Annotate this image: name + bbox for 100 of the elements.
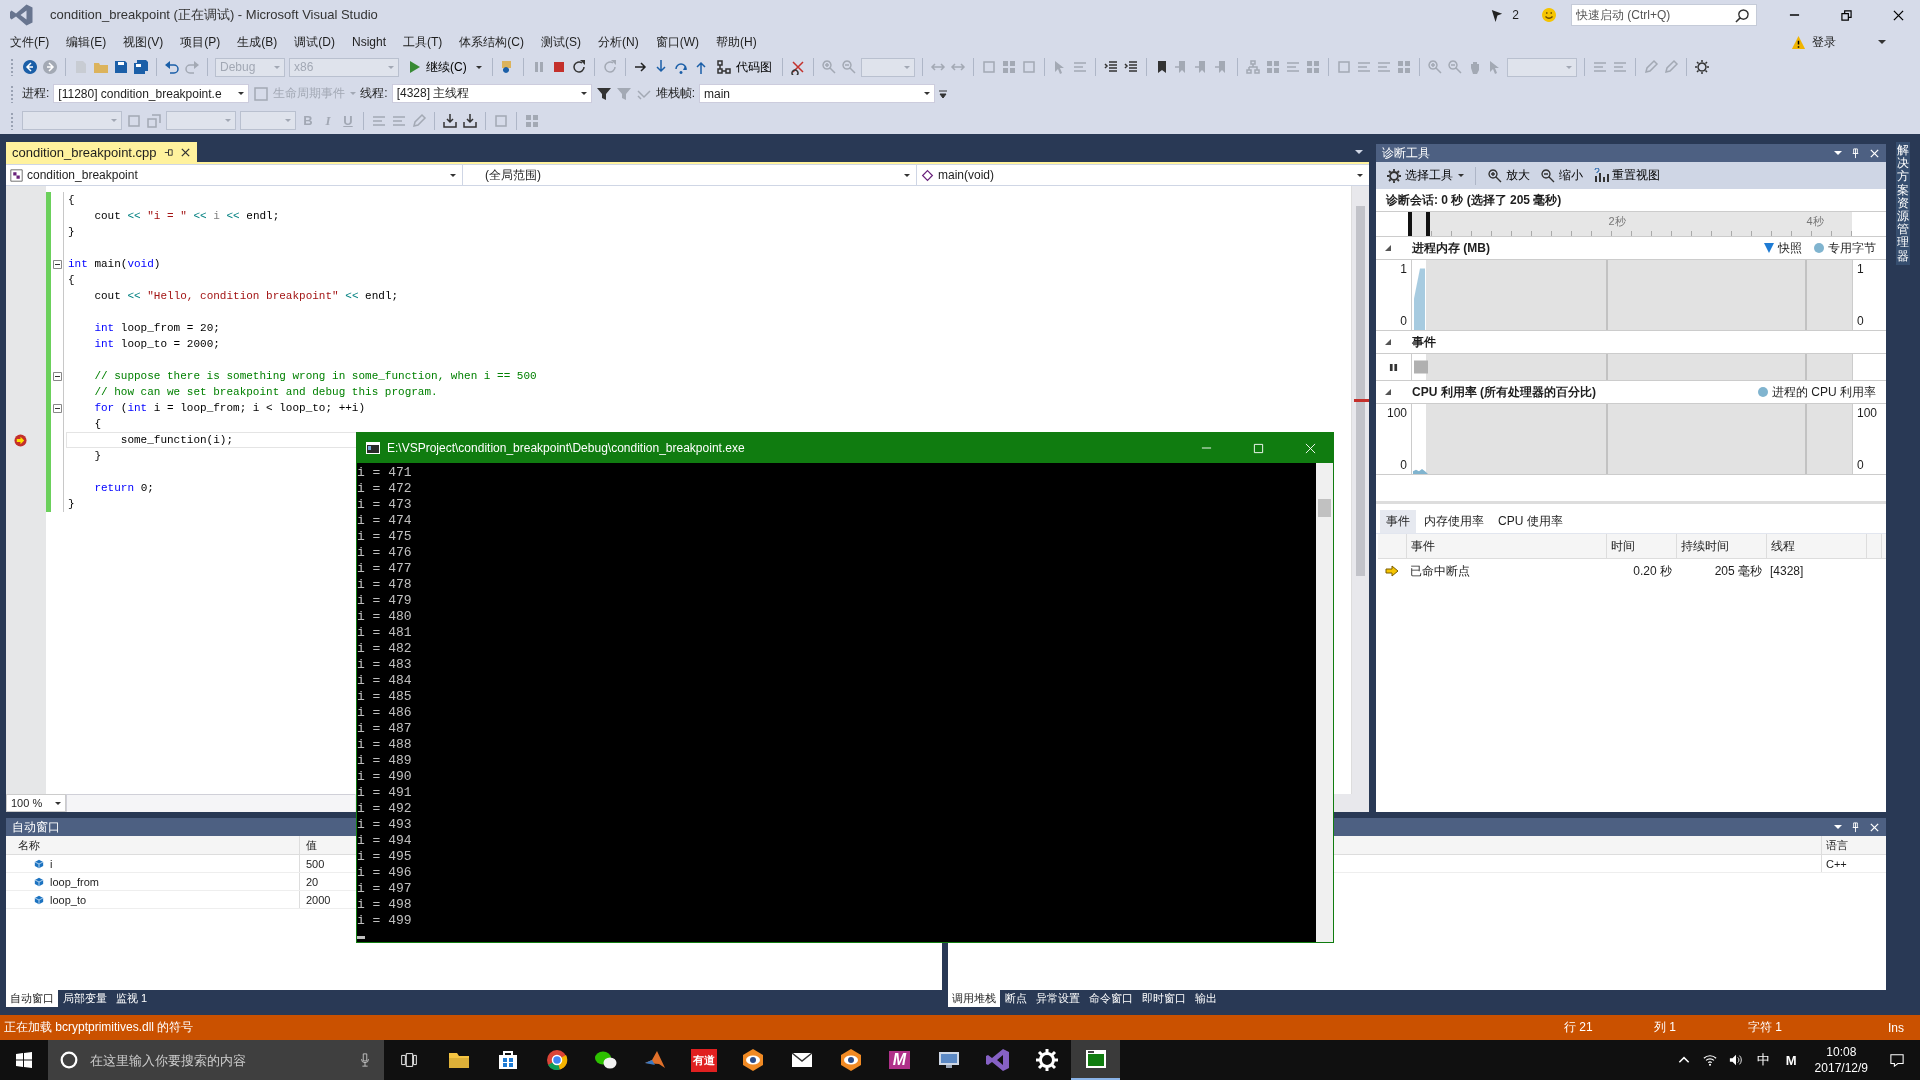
app-logo-label: 有道 [690, 1048, 717, 1072]
console-line: i = 473 [357, 497, 412, 512]
ruler-label: 2秒 [1607, 214, 1626, 229]
console-line: i = 479 [357, 593, 412, 608]
column-header[interactable]: 线程 [1767, 534, 1867, 558]
code-line: int main(void) [68, 258, 161, 270]
menu-item[interactable]: 生成(B) [231, 33, 289, 51]
menu-item[interactable]: 调试(D) [288, 33, 346, 51]
zoom-level-dropdown[interactable]: 100 % [6, 794, 66, 812]
thread-dropdown[interactable]: [4328] 主线程 [391, 84, 592, 103]
console-line: i = 494 [357, 833, 412, 848]
thread-label: 线程: [360, 85, 388, 102]
axis-label: 1 [1857, 262, 1864, 276]
menu-item[interactable]: Nsight [346, 35, 397, 49]
view-tab[interactable]: CPU 使用率 [1492, 510, 1569, 533]
column-header[interactable]: 时间 [1607, 534, 1677, 558]
session-summary: 诊断会话: 0 秒 (选择了 205 毫秒) [1385, 192, 1563, 209]
menu-item[interactable]: 窗口(W) [649, 33, 710, 51]
console-line: i = 496 [357, 865, 412, 880]
scope-dropdown[interactable]: (全局范围) [463, 165, 916, 185]
document-tab[interactable]: condition_breakpoint.cpp [6, 142, 197, 162]
console-line: i = 474 [357, 513, 412, 528]
code-line: } [68, 226, 75, 238]
code-map-button[interactable]: 代码图 [712, 56, 775, 78]
menu-item[interactable]: 编辑(E) [60, 33, 118, 51]
console-line: i = 471 [357, 465, 412, 480]
panel-tab[interactable]: 输出 [1191, 990, 1221, 1007]
process-label: 进程: [22, 85, 50, 102]
panel-tab[interactable]: 命令窗口 [1085, 990, 1137, 1007]
console-line: i = 478 [357, 577, 412, 592]
line-number: 行 21 [1564, 1019, 1594, 1036]
menu-item[interactable]: 文件(F) [4, 33, 61, 51]
column-header[interactable]: 值 [300, 837, 350, 853]
project-dropdown[interactable]: condition_breakpoint [6, 165, 462, 185]
menu-item[interactable]: 视图(V) [117, 33, 175, 51]
panel-tab[interactable]: 自动窗口 [6, 990, 58, 1007]
side-panel-tab[interactable]: 解决方案资源管理器 [1896, 142, 1910, 265]
process-dropdown[interactable]: [11280] condition_breakpoint.e [53, 84, 250, 103]
code-line: int loop_to = 2000; [93, 338, 220, 350]
clock-time[interactable]: 10:08 [1826, 1044, 1857, 1060]
code-line: cout << "i = " << i << endl; [93, 210, 280, 222]
column-header[interactable]: 事件 [1407, 534, 1607, 558]
member-dropdown[interactable]: main(void) [917, 165, 1369, 185]
menu-item[interactable]: 测试(S) [535, 33, 592, 51]
panel-tab[interactable]: 调用堆栈 [948, 990, 1000, 1007]
console-line: i = 495 [357, 849, 412, 864]
quick-launch-field[interactable]: 快速启动 (Ctrl+Q) [1571, 4, 1757, 26]
code-line: { [68, 194, 75, 206]
notification-count: 2 [1512, 8, 1519, 22]
character-number: 字符 1 [1748, 1019, 1783, 1036]
panel-tab[interactable]: 监视 1 [112, 990, 152, 1007]
app-logo-label: M [888, 1051, 911, 1069]
sign-in-link[interactable]: 登录 [1812, 33, 1836, 51]
continue-button[interactable]: 继续(C) [403, 56, 485, 78]
legend-label: 专用字节 [1828, 239, 1876, 257]
menu-item[interactable]: 分析(N) [592, 33, 650, 51]
variable-value: 20 [305, 875, 320, 888]
search-field[interactable]: 在这里输入你要搜索的内容 [48, 1040, 384, 1080]
menu-item[interactable]: 工具(T) [397, 33, 454, 51]
input-method-indicator[interactable]: 中 [1756, 1051, 1770, 1069]
code-line: int loop_from = 20; [93, 322, 220, 334]
variable-value: 2000 [305, 893, 332, 906]
axis-label: 100 [1857, 406, 1878, 420]
column-header[interactable]: 持续时间 [1677, 534, 1767, 558]
diagnostic-tool-button[interactable]: 重置视图 [1591, 167, 1662, 184]
stack-frame-dropdown[interactable]: main [699, 84, 936, 103]
menu-item[interactable]: 帮助(H) [710, 33, 768, 51]
table-cell-text: [4328] [1769, 564, 1805, 578]
menu-item[interactable]: 项目(P) [174, 33, 232, 51]
panel-tab[interactable]: 异常设置 [1032, 990, 1084, 1007]
view-tab[interactable]: 内存使用率 [1418, 510, 1490, 533]
clock-date[interactable]: 2017/12/9 [1814, 1060, 1868, 1076]
column-header[interactable]: 语言 [1821, 836, 1872, 854]
console-line: i = 490 [357, 769, 412, 784]
panel-title: 诊断工具 [1382, 144, 1430, 162]
console-line: i = 477 [357, 561, 412, 576]
diagnostic-tool-button[interactable]: 选择工具 [1384, 167, 1466, 184]
axis-label: 0 [1400, 458, 1407, 472]
code-line: { [93, 418, 101, 430]
view-tab[interactable]: 事件 [1380, 510, 1416, 533]
column-number: 列 1 [1654, 1019, 1677, 1036]
panel-tab[interactable]: 即时窗口 [1138, 990, 1190, 1007]
console-line: i = 476 [357, 545, 412, 560]
table-cell-text: 0.20 秒 [1632, 562, 1673, 580]
taskbar-button[interactable]: 有道 [679, 1040, 728, 1080]
input-mode-indicator[interactable]: M [1785, 1052, 1797, 1068]
diagnostic-tool-button[interactable]: 放大 [1485, 167, 1532, 184]
panel-tab[interactable]: 断点 [1001, 990, 1031, 1007]
column-header[interactable]: 名称 [6, 836, 300, 854]
panel-tab[interactable]: 局部变量 [59, 990, 111, 1007]
console-line: i = 492 [357, 801, 412, 816]
taskbar-button[interactable]: M [875, 1040, 924, 1080]
code-line: } [68, 498, 75, 510]
ruler-label: 4秒 [1805, 214, 1824, 229]
menu-item[interactable]: 体系结构(C) [453, 33, 535, 51]
diagnostic-tool-button[interactable]: 缩小 [1538, 167, 1585, 184]
legend-label: 进程的 CPU 利用率 [1772, 383, 1876, 401]
code-line: for (int i = loop_from; i < loop_to; ++i) [93, 402, 366, 414]
console-line: i = 480 [357, 609, 412, 624]
variable-value: 500 [305, 857, 326, 870]
